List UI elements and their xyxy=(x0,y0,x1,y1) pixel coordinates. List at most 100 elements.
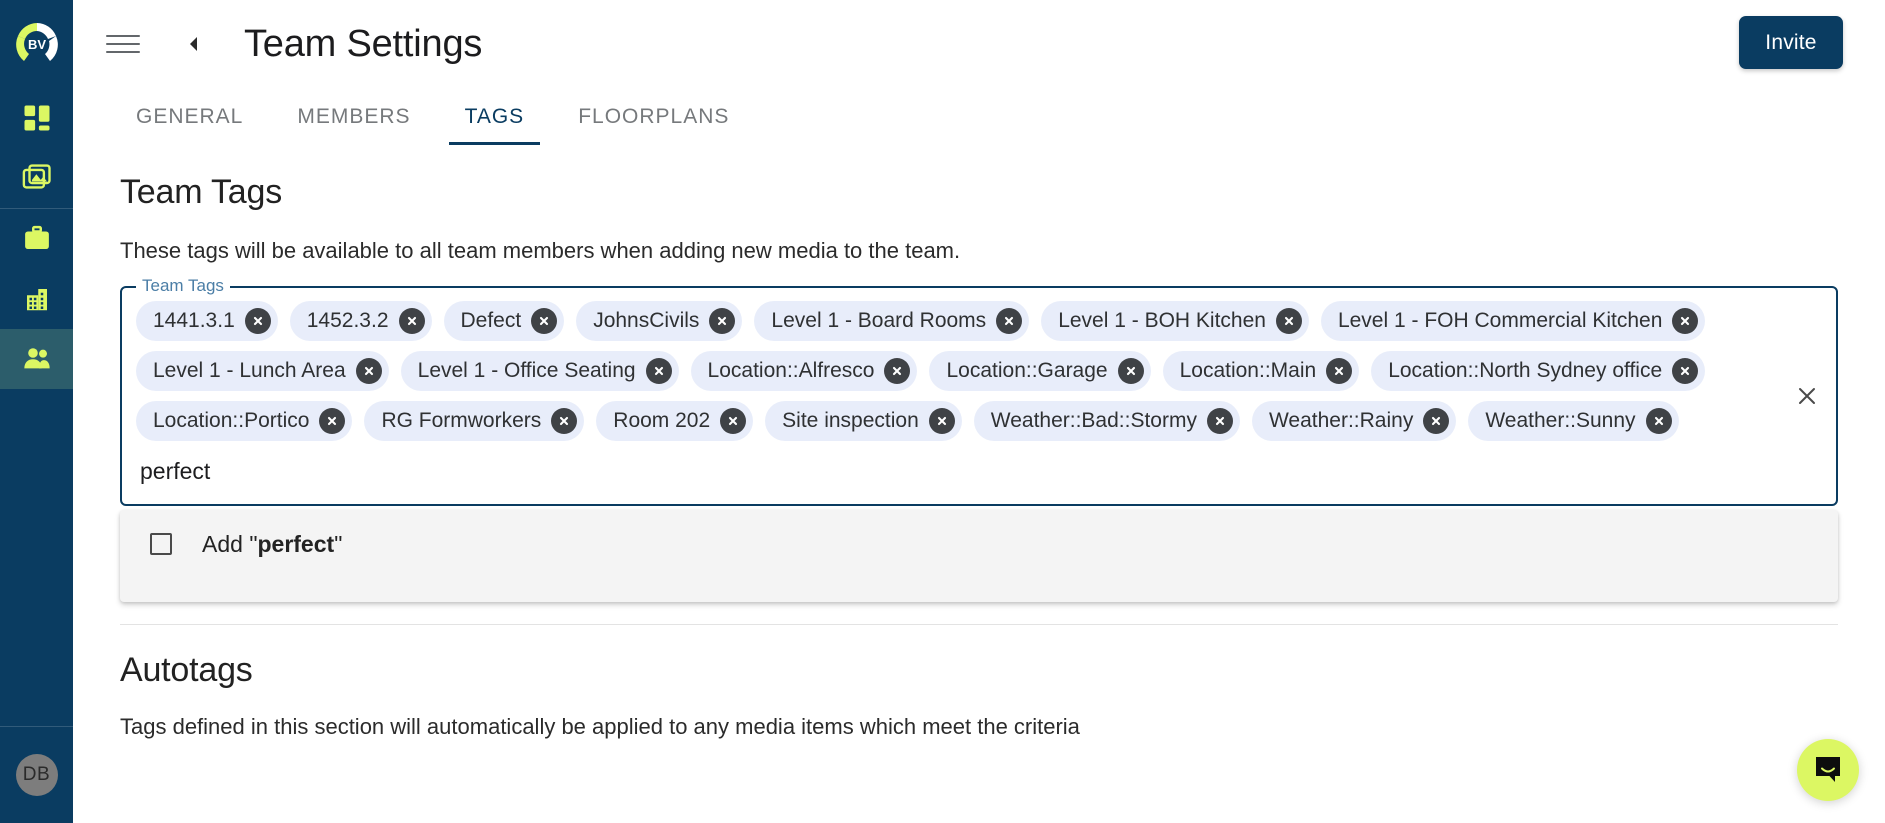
app-logo[interactable]: BV xyxy=(0,0,73,88)
chat-widget-button[interactable] xyxy=(1797,739,1859,801)
tag-chip-remove-button[interactable] xyxy=(996,308,1023,334)
close-icon xyxy=(253,316,262,326)
tag-chip-label: Weather::Bad::Stormy xyxy=(990,409,1197,432)
chevron-left-glyph xyxy=(190,37,197,51)
tag-chip-label: Location::Portico xyxy=(153,409,310,432)
tag-chip: Defect xyxy=(443,301,565,341)
tag-chip-label: Location::Garage xyxy=(946,359,1108,382)
close-icon xyxy=(1126,366,1135,376)
tag-chip-remove-button[interactable] xyxy=(355,358,382,384)
tag-chip-label: Defect xyxy=(460,309,522,332)
chat-bubble-icon xyxy=(1816,757,1840,782)
tag-chip: Room 202 xyxy=(596,401,754,441)
sidebar-item-dashboard[interactable] xyxy=(0,88,73,148)
add-tag-prefix: Add " xyxy=(202,530,258,557)
close-icon xyxy=(1215,416,1225,426)
team-tags-input-field[interactable]: Team Tags 1441.3.1 1452.3.2 Defect JohnsCiv… xyxy=(120,276,1838,506)
tag-chip-remove-button[interactable] xyxy=(1206,408,1233,434)
close-icon xyxy=(1432,416,1441,426)
team-tags-heading: Team Tags xyxy=(120,173,282,211)
add-tag-suffix: " xyxy=(334,530,343,557)
chevron-left-icon[interactable] xyxy=(182,29,204,59)
tag-search-input[interactable] xyxy=(136,451,286,491)
sidebar-item-projects[interactable] xyxy=(0,209,73,269)
tag-chip-label: Weather::Sunny xyxy=(1485,409,1636,432)
close-icon xyxy=(407,316,416,326)
tab-tags[interactable]: TAGS xyxy=(448,88,541,145)
tag-chip-remove-button[interactable] xyxy=(244,308,271,334)
team-tags-field-wrapper: Team Tags 1441.3.1 1452.3.2 Defect JohnsCiv… xyxy=(120,276,1838,602)
tag-chip: Location::Alfresco xyxy=(690,351,918,391)
tag-suggestions-dropdown: Add " perfect " xyxy=(120,510,1838,602)
sidebar-item-media[interactable] xyxy=(0,148,73,208)
tag-chip: Level 1 - Board Rooms xyxy=(754,301,1030,341)
close-icon xyxy=(328,416,337,426)
tag-chip: Location::Garage xyxy=(929,351,1151,391)
close-icon xyxy=(893,366,902,376)
avatar[interactable]: DB xyxy=(15,754,58,796)
clear-all-tags-button[interactable] xyxy=(1794,383,1820,409)
tag-chip-label: Location::Main xyxy=(1179,359,1317,382)
close-icon xyxy=(1005,316,1014,326)
tag-chip-remove-button[interactable] xyxy=(928,408,955,434)
tag-chip-remove-button[interactable] xyxy=(551,408,578,434)
tag-chip-remove-button[interactable] xyxy=(1423,408,1450,434)
close-icon xyxy=(729,416,738,426)
close-icon xyxy=(560,416,569,426)
close-icon xyxy=(654,366,663,376)
tag-chip-remove-button[interactable] xyxy=(884,358,911,384)
tag-chip: Level 1 - FOH Commercial Kitchen xyxy=(1320,301,1706,341)
photos-icon xyxy=(22,164,51,189)
tag-chip-label: Location::North Sydney office xyxy=(1388,359,1663,382)
sidebar-profile[interactable]: DB xyxy=(0,727,73,823)
autotags-heading: Autotags xyxy=(120,651,253,689)
invite-button[interactable]: Invite xyxy=(1739,16,1843,69)
close-icon xyxy=(364,366,373,376)
tag-chip-label: Room 202 xyxy=(613,409,711,432)
tag-chip-remove-button[interactable] xyxy=(1672,358,1699,384)
hamburger-icon[interactable] xyxy=(106,27,140,61)
sidebar-nav-primary xyxy=(0,88,73,208)
tag-chip: Weather::Rainy xyxy=(1251,401,1457,441)
tag-chip-remove-button[interactable] xyxy=(1326,358,1353,384)
tab-floorplans[interactable]: FLOORPLANS xyxy=(562,88,745,145)
tag-chip: Level 1 - Lunch Area xyxy=(136,351,389,391)
add-tag-checkbox[interactable] xyxy=(150,533,172,555)
sidebar-item-teams[interactable] xyxy=(0,329,73,389)
briefcase-icon xyxy=(24,225,49,249)
close-icon xyxy=(1654,416,1663,426)
sidebar: BV DB xyxy=(0,0,73,823)
close-icon xyxy=(1681,366,1690,376)
team-tags-description: These tags will be available to all team… xyxy=(120,238,961,263)
sidebar-nav-secondary xyxy=(0,209,73,389)
team-tags-section: Team Tags These tags will be available t… xyxy=(73,173,1885,602)
svg-text:BV: BV xyxy=(27,37,45,52)
add-tag-option[interactable]: Add " perfect " xyxy=(120,516,1838,572)
tag-chip: Site inspection xyxy=(765,401,962,441)
tag-chip-remove-button[interactable] xyxy=(319,408,346,434)
add-tag-value: perfect xyxy=(257,530,335,557)
topbar: Team Settings Invite xyxy=(73,0,1885,88)
team-tags-legend: Team Tags xyxy=(136,276,230,296)
tag-chip-remove-button[interactable] xyxy=(720,408,747,434)
tab-general[interactable]: GENERAL xyxy=(120,88,259,145)
tag-chip-remove-button[interactable] xyxy=(531,308,558,334)
tag-chip-remove-button[interactable] xyxy=(398,308,425,334)
tag-chip-remove-button[interactable] xyxy=(1117,358,1144,384)
tag-chip-remove-button[interactable] xyxy=(1672,308,1699,334)
tag-chip-remove-button[interactable] xyxy=(1275,308,1302,334)
tag-chip: Location::Portico xyxy=(136,401,353,441)
tag-chip: Location::Main xyxy=(1162,351,1360,391)
tab-members[interactable]: MEMBERS xyxy=(281,88,426,145)
sidebar-item-company[interactable] xyxy=(0,269,73,329)
tag-chip-label: Level 1 - Lunch Area xyxy=(153,359,346,382)
page-title: Team Settings xyxy=(244,22,483,65)
tag-chip-remove-button[interactable] xyxy=(1645,408,1672,434)
close-icon xyxy=(937,416,946,426)
autotags-section: Autotags Tags defined in this section wi… xyxy=(73,651,1885,740)
tag-chip-remove-button[interactable] xyxy=(645,358,672,384)
tag-chip-remove-button[interactable] xyxy=(709,308,736,334)
tag-chip-label: JohnsCivils xyxy=(593,309,700,332)
tag-chip-label: Level 1 - FOH Commercial Kitchen xyxy=(1337,309,1663,332)
close-icon xyxy=(1681,316,1690,326)
